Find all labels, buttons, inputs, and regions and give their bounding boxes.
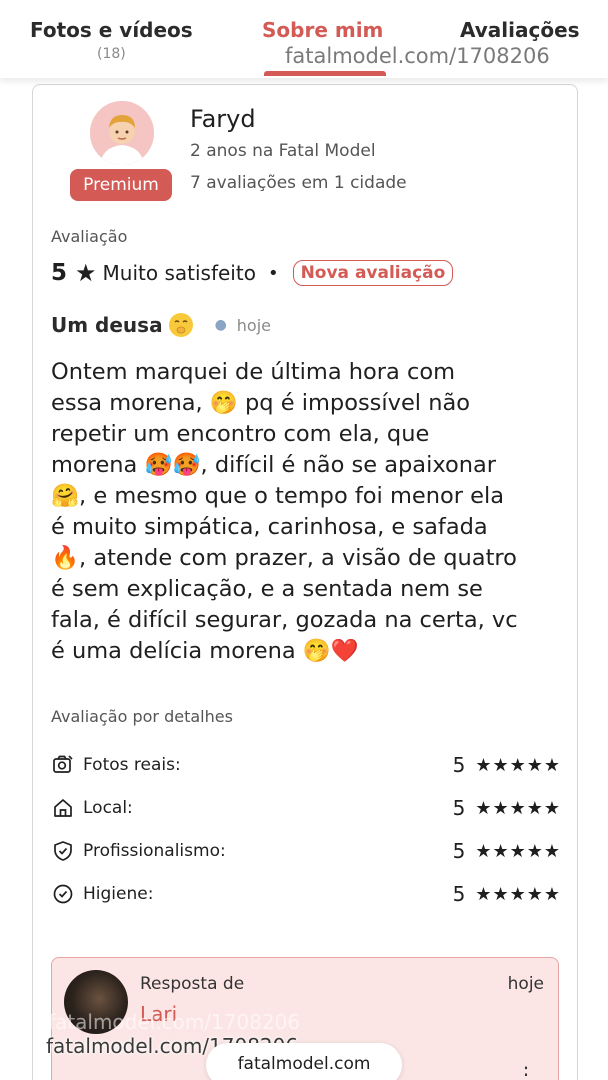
- star-icon: ★: [75, 259, 97, 287]
- detail-stars: ★★★★★: [475, 840, 561, 862]
- detail-label: Profissionalismo:: [83, 841, 226, 861]
- review-line: repetir um encontro com ela, que: [51, 421, 430, 447]
- detail-score: 5: [452, 882, 466, 906]
- tab-about-me[interactable]: Sobre mim: [262, 18, 383, 42]
- tab-reviews[interactable]: Avaliações: [460, 18, 580, 42]
- tab-label: Fotos e vídeos: [30, 18, 193, 42]
- person-avatar-icon: [90, 101, 154, 165]
- tab-count: (18): [96, 46, 126, 62]
- review-line: é muito simpática, carinhosa, e safada: [51, 514, 488, 540]
- tab-photos-videos[interactable]: Fotos e vídeos (18): [30, 18, 193, 62]
- watermark-pill: fatalmodel.com: [206, 1043, 402, 1080]
- reviewer-summary: 7 avaliações em 1 cidade: [190, 173, 407, 193]
- rating-score: 5: [51, 260, 68, 286]
- separator-dot: ●: [214, 317, 227, 333]
- detail-score: 5: [452, 796, 466, 820]
- reply-date: hoje: [507, 974, 544, 994]
- shield-check-icon: [51, 839, 75, 863]
- detail-score: 5: [452, 839, 466, 863]
- rating-row: 5 ★ Muito satisfeito • Nova avaliação: [51, 257, 454, 289]
- details-label: Avaliação por detalhes: [51, 707, 233, 726]
- separator-dot: •: [267, 262, 279, 284]
- review-line: 🤗, e mesmo que o tempo foi menor ela: [51, 483, 505, 509]
- reviewer-name[interactable]: Faryd: [190, 105, 256, 133]
- review-date: hoje: [236, 315, 271, 335]
- shushing-face-emoji-icon: [168, 313, 193, 337]
- detail-label: Local:: [83, 798, 133, 818]
- watermark-faint: fatalmodel.com/1708206: [48, 1010, 301, 1034]
- reviewer-avatar: [90, 101, 154, 165]
- detail-stars: ★★★★★: [475, 754, 561, 776]
- detail-row-location: Local: 5 ★★★★★: [51, 794, 561, 822]
- active-tab-indicator: [264, 71, 386, 76]
- detail-stars: ★★★★★: [475, 797, 561, 819]
- camera-icon: [51, 753, 75, 777]
- detail-row-hygiene: Higiene: 5 ★★★★★: [51, 880, 561, 908]
- reviewer-tenure: 2 anos na Fatal Model: [190, 141, 376, 161]
- tab-label: Sobre mim: [262, 18, 384, 42]
- rating-text: Muito satisfeito: [102, 261, 256, 285]
- watermark-top: fatalmodel.com/1708206: [285, 44, 550, 68]
- premium-badge: Premium: [70, 169, 172, 201]
- rating-label: Avaliação: [51, 227, 128, 246]
- check-circle-icon: [51, 882, 75, 906]
- detail-label: Higiene:: [83, 884, 154, 904]
- detail-row-real-photos: Fotos reais: 5 ★★★★★: [51, 751, 561, 779]
- review-line: é sem explicação, e a sentada nem se: [51, 576, 483, 602]
- review-line: fala, é difícil segurar, gozada na certa…: [51, 607, 518, 633]
- home-icon: [51, 796, 75, 820]
- detail-label: Fotos reais:: [83, 755, 181, 775]
- detail-score: 5: [452, 753, 466, 777]
- review-line: é uma delícia morena 🤭❤️: [51, 638, 359, 664]
- detail-row-professionalism: Profissionalismo: 5 ★★★★★: [51, 837, 561, 865]
- review-card: Premium Faryd 2 anos na Fatal Model 7 av…: [32, 84, 578, 1080]
- new-review-badge: Nova avaliação: [292, 260, 454, 286]
- review-line: 🔥, atende com prazer, a visão de quatro: [51, 545, 517, 571]
- review-line: essa morena, 🤭 pq é impossível não: [51, 390, 471, 416]
- review-title-row: Um deusa ● hoje: [51, 313, 271, 337]
- reply-from-label: Resposta de: [140, 974, 245, 994]
- tab-label: Avaliações: [460, 18, 580, 42]
- review-line: morena 🥵🥵, difícil é não se apaixonar: [51, 452, 497, 478]
- review-title: Um deusa: [51, 313, 163, 337]
- review-body: Ontem marquei de última hora com essa mo…: [51, 357, 563, 667]
- more-options-icon[interactable]: ⋮: [516, 1062, 536, 1080]
- review-line: Ontem marquei de última hora com: [51, 359, 456, 385]
- detail-stars: ★★★★★: [475, 883, 561, 905]
